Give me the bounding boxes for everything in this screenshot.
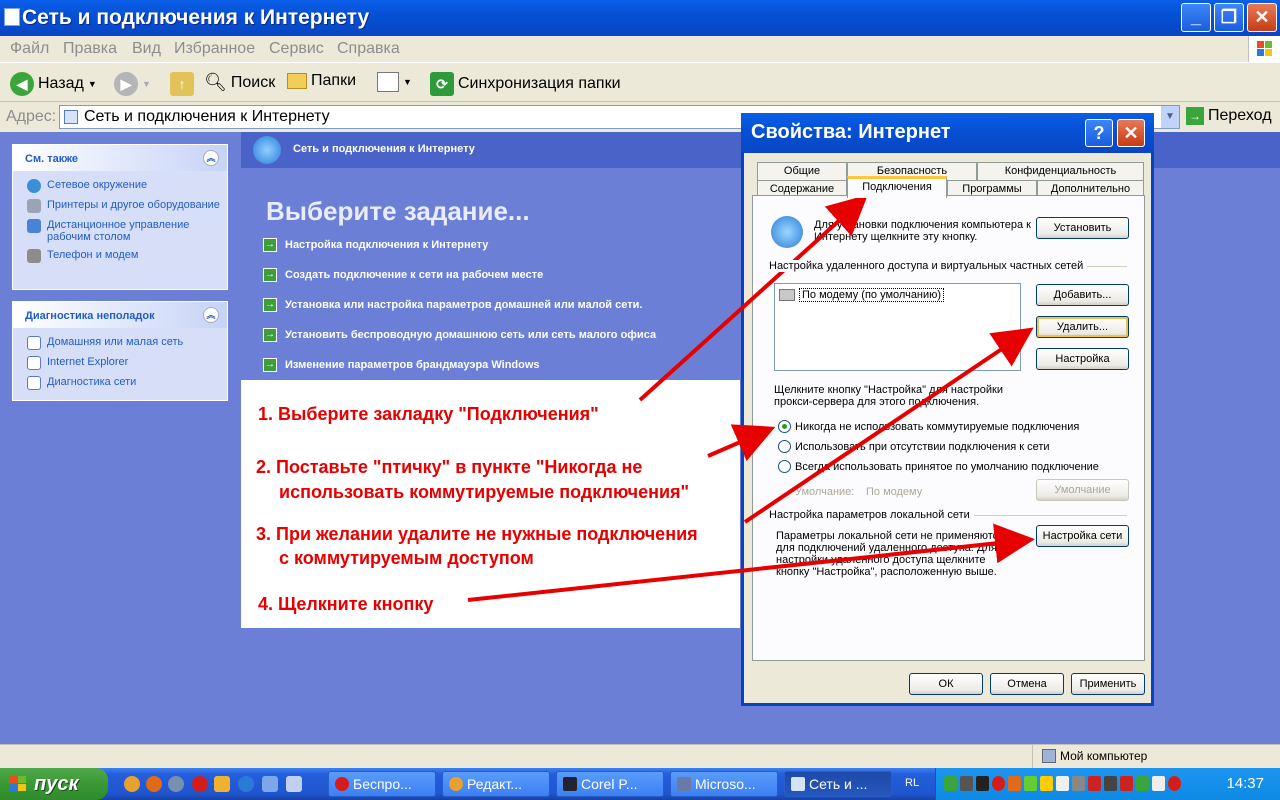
tray-icon[interactable] [1120,776,1133,791]
clock[interactable]: 14:37 [1226,775,1264,792]
app-icon [677,777,691,791]
firefox-icon[interactable] [146,776,162,792]
volume-icon[interactable] [1072,776,1085,791]
app-icon[interactable] [214,776,230,792]
app-icon[interactable] [168,776,184,792]
tray-icon[interactable] [976,776,989,791]
tray-icon[interactable] [1088,776,1101,791]
app-icon[interactable] [286,776,302,792]
start-label: пуск [34,773,79,795]
taskbar-button-microsoft[interactable]: Microso... [670,771,778,797]
network-folder-icon [791,777,805,791]
tray-icon[interactable] [1056,776,1069,791]
taskbar: пуск Беспро... Редакт... Corel P... Micr… [0,768,1280,800]
taskbar-button-label: Corel P... [581,776,638,792]
app-icon[interactable] [262,776,278,792]
tray-icon[interactable] [960,776,973,791]
opera-icon [335,777,349,791]
opera-icon[interactable] [192,776,208,792]
taskbar-button-label: Беспро... [353,776,412,792]
arrow-to-lan-settings [467,523,1035,602]
tray-icon[interactable] [992,776,1005,791]
annotation-arrows [467,194,1035,602]
tray-icon[interactable] [1152,776,1165,791]
arrow-to-never-dial [707,424,776,462]
ie-icon[interactable] [238,776,254,792]
lan-group-label: Настройка параметров локальной сети [769,509,974,521]
tray-icon[interactable] [1136,776,1149,791]
tray-icon[interactable] [1040,776,1053,791]
arrow-to-remove-button [743,327,1034,524]
tray-icon[interactable] [1168,776,1181,791]
windows-flag-icon [9,776,26,791]
taskbar-button-label: Редакт... [467,776,522,792]
corel-icon [563,777,577,791]
tray-icons [944,776,1181,791]
dialup-group-label: Настройка удаленного доступа и виртуальн… [769,260,1088,272]
taskbar-button-corel[interactable]: Corel P... [556,771,664,797]
taskbar-button-label: Microso... [695,776,756,792]
tab-connections[interactable]: Подключения [847,176,947,198]
tray-icon[interactable] [1104,776,1117,791]
arrow-to-connections-tab [638,194,868,402]
chrome-icon [449,777,463,791]
system-tray: 14:37 [935,768,1280,800]
taskbar-button-network[interactable]: Сеть и ... [784,771,892,797]
taskbar-button-opera[interactable]: Беспро... [328,771,436,797]
chrome-icon[interactable] [124,776,140,792]
taskbar-button-label: Сеть и ... [809,776,868,792]
tray-icon[interactable] [1024,776,1037,791]
taskbar-button-chrome[interactable]: Редакт... [442,771,550,797]
tray-icon[interactable] [944,776,957,791]
start-button[interactable]: пуск [0,768,108,800]
tray-icon[interactable] [1008,776,1021,791]
language-indicator[interactable]: RL [905,777,919,789]
